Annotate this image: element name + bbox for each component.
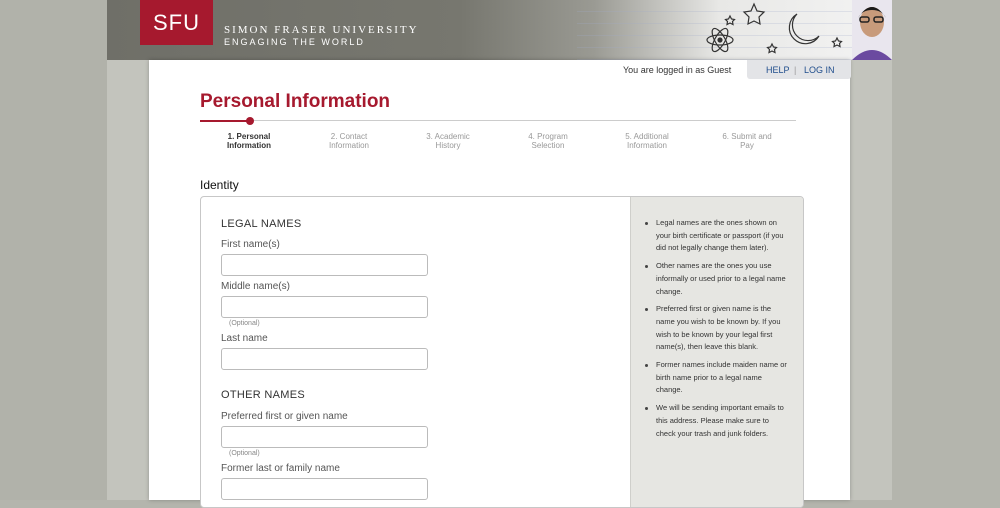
legal-names-heading: LEGAL NAMES <box>221 218 302 230</box>
step-line1: 4. Program <box>528 132 568 141</box>
help-note: Other names are the ones you use informa… <box>640 260 790 298</box>
link-separator: | <box>794 65 797 75</box>
step-academic-history[interactable]: 3. Academic History <box>408 132 488 150</box>
site-header: SFU SIMON FRASER UNIVERSITY ENGAGING THE… <box>107 0 892 60</box>
step-line2: Information <box>626 141 668 150</box>
step-line1: 6. Submit and <box>722 132 772 141</box>
step-line2: Information <box>227 141 271 150</box>
sfu-logo[interactable]: SFU <box>140 0 213 45</box>
university-name: SIMON FRASER UNIVERSITY <box>224 24 419 36</box>
step-program-selection[interactable]: 4. Program Selection <box>508 132 588 150</box>
last-name-label: Last name <box>221 333 268 344</box>
logo-text: SFU <box>153 9 200 35</box>
other-names-heading: OTHER NAMES <box>221 389 305 401</box>
star-right-icon <box>831 36 843 48</box>
main-content: You are logged in as Guest HELP | LOG IN… <box>149 60 851 508</box>
middle-name-optional-hint: (Optional) <box>229 320 260 327</box>
help-link[interactable]: HELP <box>766 65 790 75</box>
step-line1: 2. Contact <box>330 132 368 141</box>
progress-fill <box>200 120 250 122</box>
help-notes-panel: Legal names are the ones shown on your b… <box>630 197 803 507</box>
atom-icon <box>706 27 734 53</box>
former-last-name-label: Former last or family name <box>221 463 340 474</box>
background-left <box>0 0 107 500</box>
preferred-name-optional-hint: (Optional) <box>229 450 260 457</box>
step-line2: Selection <box>531 141 565 150</box>
moon-icon <box>788 13 820 45</box>
middle-name-input[interactable] <box>221 296 428 318</box>
header-doodles-illustration <box>706 0 892 60</box>
small-star-icon <box>724 14 736 26</box>
tiny-star-icon <box>766 42 778 54</box>
help-note: Former names include maiden name or birt… <box>640 359 790 397</box>
first-name-label: First name(s) <box>221 239 280 250</box>
step-personal-information[interactable]: 1. Personal Information <box>209 132 289 150</box>
step-line1: 1. Personal <box>227 132 271 141</box>
preferred-name-label: Preferred first or given name <box>221 411 348 422</box>
step-line1: 5. Additional <box>625 132 669 141</box>
background-right <box>892 0 1000 500</box>
step-contact-information[interactable]: 2. Contact Information <box>309 132 389 150</box>
star-doodle-icon <box>742 2 766 26</box>
left-gutter <box>107 60 149 500</box>
step-additional-information[interactable]: 5. Additional Information <box>607 132 687 150</box>
progress-track <box>200 120 796 121</box>
first-name-input[interactable] <box>221 254 428 276</box>
step-line2: History <box>435 141 461 150</box>
help-note: Preferred first or given name is the nam… <box>640 303 790 354</box>
step-line1: 3. Academic <box>426 132 470 141</box>
identity-form-card: LEGAL NAMES First name(s) Middle name(s)… <box>200 196 804 508</box>
help-notes-list: Legal names are the ones shown on your b… <box>640 217 790 445</box>
login-link[interactable]: LOG IN <box>804 65 835 75</box>
middle-name-label: Middle name(s) <box>221 281 290 292</box>
last-name-input[interactable] <box>221 348 428 370</box>
section-title: Identity <box>200 178 239 192</box>
progress-marker <box>246 117 254 125</box>
student-photo <box>852 0 892 60</box>
help-login-bar: HELP | LOG IN <box>747 60 851 79</box>
step-line2: Pay <box>740 141 754 150</box>
university-tagline: ENGAGING THE WORLD <box>224 37 365 47</box>
step-line2: Information <box>328 141 370 150</box>
right-gutter <box>850 60 892 500</box>
page-title: Personal Information <box>200 91 391 112</box>
login-status: You are logged in as Guest <box>623 65 732 75</box>
help-note: We will be sending important emails to t… <box>640 402 790 440</box>
help-note: Legal names are the ones shown on your b… <box>640 217 790 255</box>
preferred-name-input[interactable] <box>221 426 428 448</box>
step-submit-and-pay[interactable]: 6. Submit and Pay <box>707 132 787 150</box>
former-last-name-input[interactable] <box>221 478 428 500</box>
